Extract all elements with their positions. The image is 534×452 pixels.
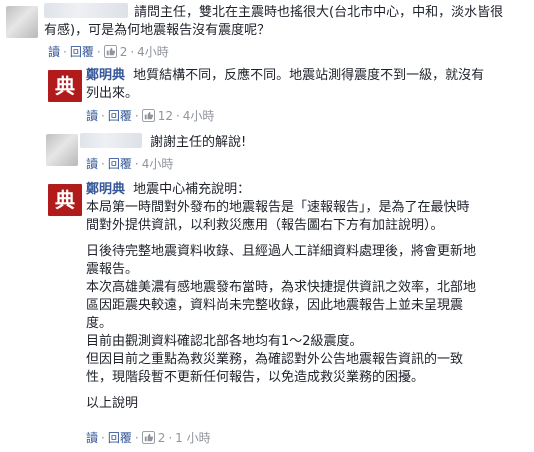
like-thumb-icon: [141, 109, 155, 122]
comment-actions: 讀 · 回覆 · 12 · 4小時: [86, 109, 215, 123]
reply-link[interactable]: 回覆: [70, 45, 94, 59]
like-count[interactable]: 2: [120, 45, 128, 59]
reply-link[interactable]: 回覆: [108, 157, 132, 171]
timestamp[interactable]: 1 小時: [175, 431, 210, 445]
timestamp[interactable]: 4小時: [142, 157, 174, 171]
comment-text: 謝謝主任的解說!: [80, 133, 246, 152]
timestamp[interactable]: 4小時: [137, 45, 169, 59]
comment-line: 區因距震央較遠，資料尚未完整收錄，因此地震報告上並未呈現震: [86, 298, 464, 313]
avatar[interactable]: [6, 6, 38, 38]
comment-line: 間對外提供資訊，以利救災應用（報告圖右下方有加註說明）。: [86, 218, 444, 233]
comment-actions: 讀 · 回覆 · 2 · 4小時: [48, 45, 169, 59]
comment-text: 鄭明典 地震中心補充說明： 本局第一時間對外發布的地震報告是「速報報告」，是為了…: [86, 181, 476, 413]
like-count[interactable]: 2: [158, 431, 166, 445]
commenter-name[interactable]: [80, 133, 142, 148]
commenter-name[interactable]: 鄭明典: [86, 182, 125, 197]
comment-actions: 讀 · 回覆 · 4小時: [86, 157, 174, 171]
like-link[interactable]: 讀: [86, 109, 98, 123]
comment-line: 度。: [86, 316, 113, 331]
comment-line: 但因目前之重點為救災業務，為確認對外公告地震報告資訊的一致: [86, 352, 464, 367]
comment-line: 性，現階段暫不更新任何報告，以免造成救災業務的困擾。: [86, 370, 425, 385]
like-thumb-icon: [141, 431, 155, 444]
comment-line: 以上說明: [86, 396, 139, 411]
comment-line: 震報告。: [86, 262, 139, 277]
comment-actions: 讀 · 回覆 · 2 · 1 小時: [86, 431, 211, 445]
commenter-name[interactable]: [44, 3, 128, 18]
like-link[interactable]: 讀: [86, 157, 98, 171]
comment-line: 本局第一時間對外發布的地震報告是「速報報告」，是為了在最快時: [86, 200, 470, 215]
comment-text: 鄭明典 地質結構不同，反應不同。地震站測得震度不到一級，就沒有 列出來。: [86, 67, 484, 103]
reply-link[interactable]: 回覆: [108, 431, 132, 445]
like-link[interactable]: 讀: [86, 431, 98, 445]
commenter-name[interactable]: 鄭明典: [86, 68, 125, 83]
comment-line: 謝謝主任的解說!: [150, 135, 247, 150]
comment-line: 請問主任，雙北在主震時也搖很大(台北市中心，中和，淡水皆很: [134, 5, 504, 20]
comment-line: 日後待完整地震資料收錄、且經過人工詳細資料處理後，將會更新地: [86, 244, 477, 259]
avatar[interactable]: [46, 134, 78, 166]
comment-line: 列出來。: [86, 86, 139, 101]
comment-line: 目前由觀測資料確認北部各地均有1～2級震度。: [86, 334, 363, 349]
avatar[interactable]: 典: [48, 70, 82, 102]
comment-line: 本次高雄美濃有感地震發布當時，為求快捷提供資訊之效率，北部地: [86, 280, 477, 295]
reply-link[interactable]: 回覆: [108, 109, 132, 123]
timestamp[interactable]: 4小時: [183, 109, 215, 123]
like-thumb-icon: [103, 45, 117, 58]
like-count[interactable]: 12: [158, 109, 173, 123]
avatar[interactable]: 典: [48, 184, 82, 216]
comment-line: 地震中心補充說明：: [133, 182, 251, 197]
comment-text: 請問主任，雙北在主震時也搖很大(台北市中心，中和，淡水皆很 有感)，可是為何地震…: [44, 3, 503, 40]
comment-line: 有感)，可是為何地震報告沒有震度呢？: [44, 23, 271, 38]
comment-line: 地質結構不同，反應不同。地震站測得震度不到一級，就沒有: [133, 68, 485, 83]
like-link[interactable]: 讀: [48, 45, 60, 59]
